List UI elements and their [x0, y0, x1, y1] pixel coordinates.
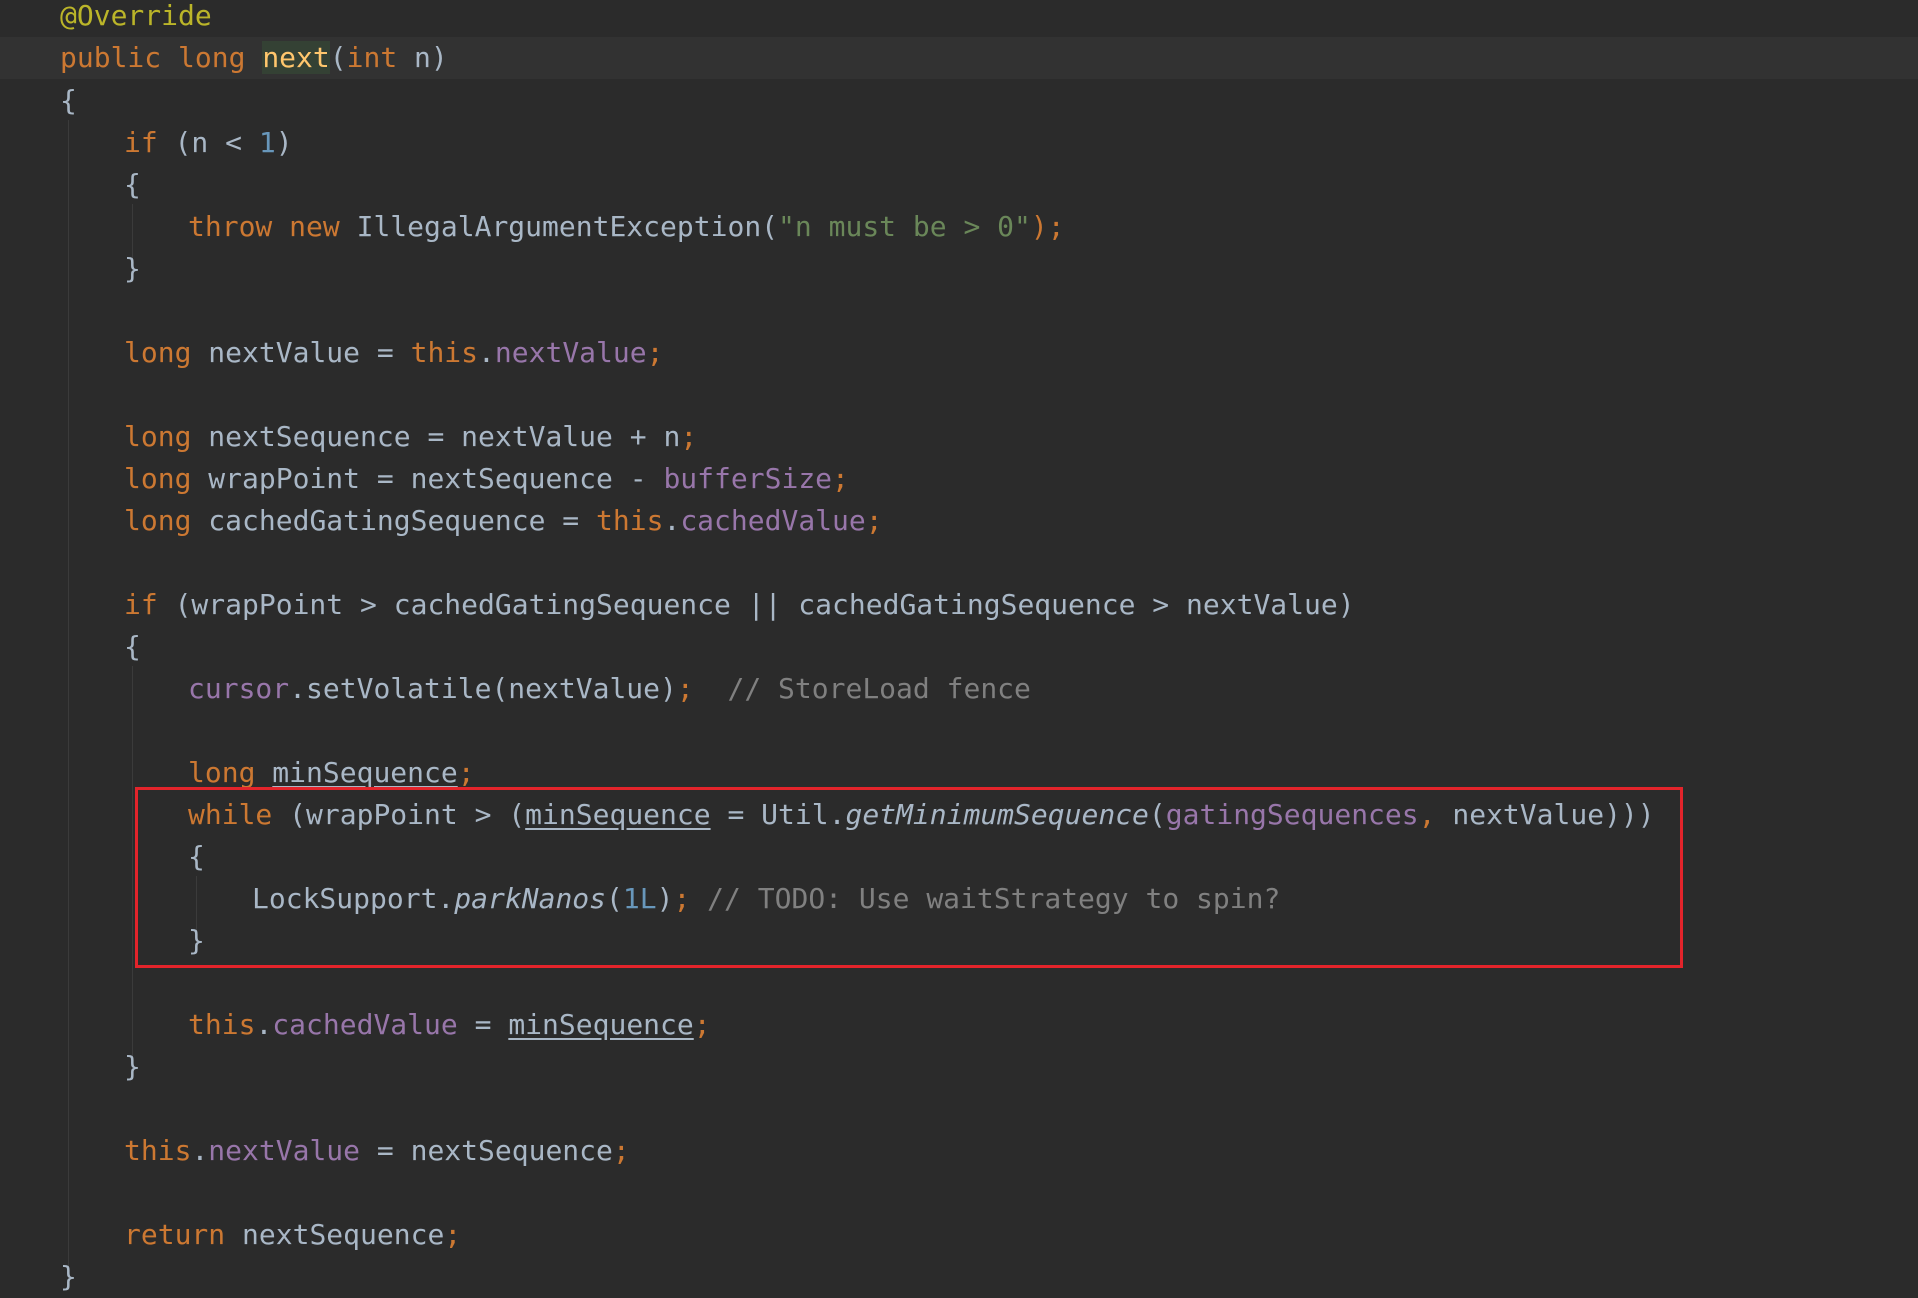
- keyword-long: long: [124, 420, 192, 453]
- semicolon: ;: [865, 504, 883, 537]
- code-line-4[interactable]: if (n < 1): [0, 122, 1918, 164]
- assignment-text: nextValue =: [191, 336, 411, 369]
- var-minSequence: minSequence: [508, 1008, 694, 1041]
- keyword-this: this: [124, 1134, 192, 1167]
- code-line-20[interactable]: this.cachedValue = minSequence;: [0, 1004, 1918, 1046]
- dot: .: [478, 336, 495, 369]
- semicolon: ;: [693, 1008, 711, 1041]
- condition-text: (n <: [157, 126, 259, 159]
- keyword-return: return: [124, 1218, 226, 1251]
- keyword-public: public: [60, 41, 162, 74]
- field-bufferSize: bufferSize: [663, 462, 833, 495]
- code-line-1[interactable]: @Override: [0, 0, 1918, 37]
- param-n: n): [397, 41, 448, 74]
- keyword-new: new: [289, 210, 340, 243]
- assignment-text: =: [457, 1008, 509, 1041]
- highlight-box: [135, 787, 1683, 968]
- code-line-10[interactable]: long wrapPoint = nextSequence - bufferSi…: [0, 458, 1918, 500]
- code-line-22[interactable]: this.nextValue = nextSequence;: [0, 1130, 1918, 1172]
- semicolon: ;: [457, 756, 475, 789]
- keyword-if: if: [124, 588, 158, 621]
- semicolon: ;: [444, 1218, 462, 1251]
- brace-open: {: [124, 168, 141, 201]
- code-line-23[interactable]: return nextSequence;: [0, 1214, 1918, 1256]
- code-line-11[interactable]: long cachedGatingSequence = this.cachedV…: [0, 500, 1918, 542]
- code-line-14[interactable]: cursor.setVolatile(nextValue); // StoreL…: [0, 668, 1918, 710]
- keyword-long: long: [124, 504, 192, 537]
- line-comment: // StoreLoad fence: [693, 672, 1031, 705]
- code-line-5[interactable]: {: [0, 164, 1918, 206]
- code-line-24[interactable]: }: [0, 1256, 1918, 1298]
- semicolon: ;: [646, 336, 664, 369]
- paren-close: ): [275, 126, 293, 159]
- call-text: .setVolatile(nextValue): [289, 672, 677, 705]
- semicolon: ;: [676, 672, 694, 705]
- keyword-this: this: [188, 1008, 256, 1041]
- dot: .: [191, 1134, 209, 1167]
- number-literal: 1: [258, 126, 276, 159]
- code-line-7[interactable]: }: [0, 248, 1918, 290]
- code-line-8[interactable]: long nextValue = this.nextValue;: [0, 332, 1918, 374]
- semicolon: ;: [680, 420, 698, 453]
- assignment-text: nextSequence = nextValue + n: [191, 420, 681, 453]
- code-line-12[interactable]: if (wrapPoint > cachedGatingSequence || …: [0, 584, 1918, 626]
- keyword-int: int: [346, 41, 398, 74]
- code-line-21[interactable]: }: [0, 1046, 1918, 1088]
- paren-open: (: [329, 41, 347, 74]
- code-line-13[interactable]: {: [0, 626, 1918, 668]
- brace-close: }: [124, 252, 141, 285]
- brace-close: }: [124, 1050, 141, 1083]
- field-cachedValue: cachedValue: [680, 504, 866, 537]
- assignment-text: wrapPoint = nextSequence -: [191, 462, 664, 495]
- dot: .: [255, 1008, 273, 1041]
- keyword-if: if: [124, 126, 158, 159]
- brace-open: {: [124, 630, 141, 663]
- keyword-this: this: [596, 504, 664, 537]
- keyword-long: long: [124, 462, 192, 495]
- code-line-6[interactable]: throw new IllegalArgumentException("n mu…: [0, 206, 1918, 248]
- keyword-long: long: [178, 41, 246, 74]
- code-line-3[interactable]: {: [0, 80, 1918, 122]
- return-value: nextSequence: [225, 1218, 445, 1251]
- dot: .: [663, 504, 681, 537]
- exception-class: IllegalArgumentException(: [339, 210, 779, 243]
- field-cursor: cursor: [188, 672, 290, 705]
- semicolon: ;: [612, 1134, 630, 1167]
- brace-close: }: [60, 1260, 77, 1293]
- assignment-text: cachedGatingSequence =: [191, 504, 597, 537]
- keyword-this: this: [410, 336, 479, 369]
- string-literal: "n must be > 0": [778, 210, 1031, 243]
- assignment-text: = nextSequence: [360, 1134, 613, 1167]
- brace-open: {: [60, 84, 77, 117]
- code-line-2[interactable]: public long next(int n): [0, 37, 1918, 79]
- keyword-long: long: [124, 336, 192, 369]
- method-name-next: next: [262, 41, 330, 74]
- semicolon: ;: [832, 462, 849, 495]
- keyword-throw: throw: [188, 210, 273, 243]
- keyword-long: long: [188, 756, 256, 789]
- condition-text: (wrapPoint > cachedGatingSequence || cac…: [157, 588, 1355, 621]
- field-cachedValue: cachedValue: [272, 1008, 458, 1041]
- statement-end: );: [1030, 210, 1065, 243]
- field-nextValue: nextValue: [494, 336, 647, 369]
- code-line-9[interactable]: long nextSequence = nextValue + n;: [0, 416, 1918, 458]
- code-editor[interactable]: @Override public long next(int n) { if (…: [0, 0, 1918, 1298]
- var-minSequence: minSequence: [272, 756, 458, 789]
- annotation-override: @Override: [60, 0, 212, 32]
- field-nextValue: nextValue: [208, 1134, 361, 1167]
